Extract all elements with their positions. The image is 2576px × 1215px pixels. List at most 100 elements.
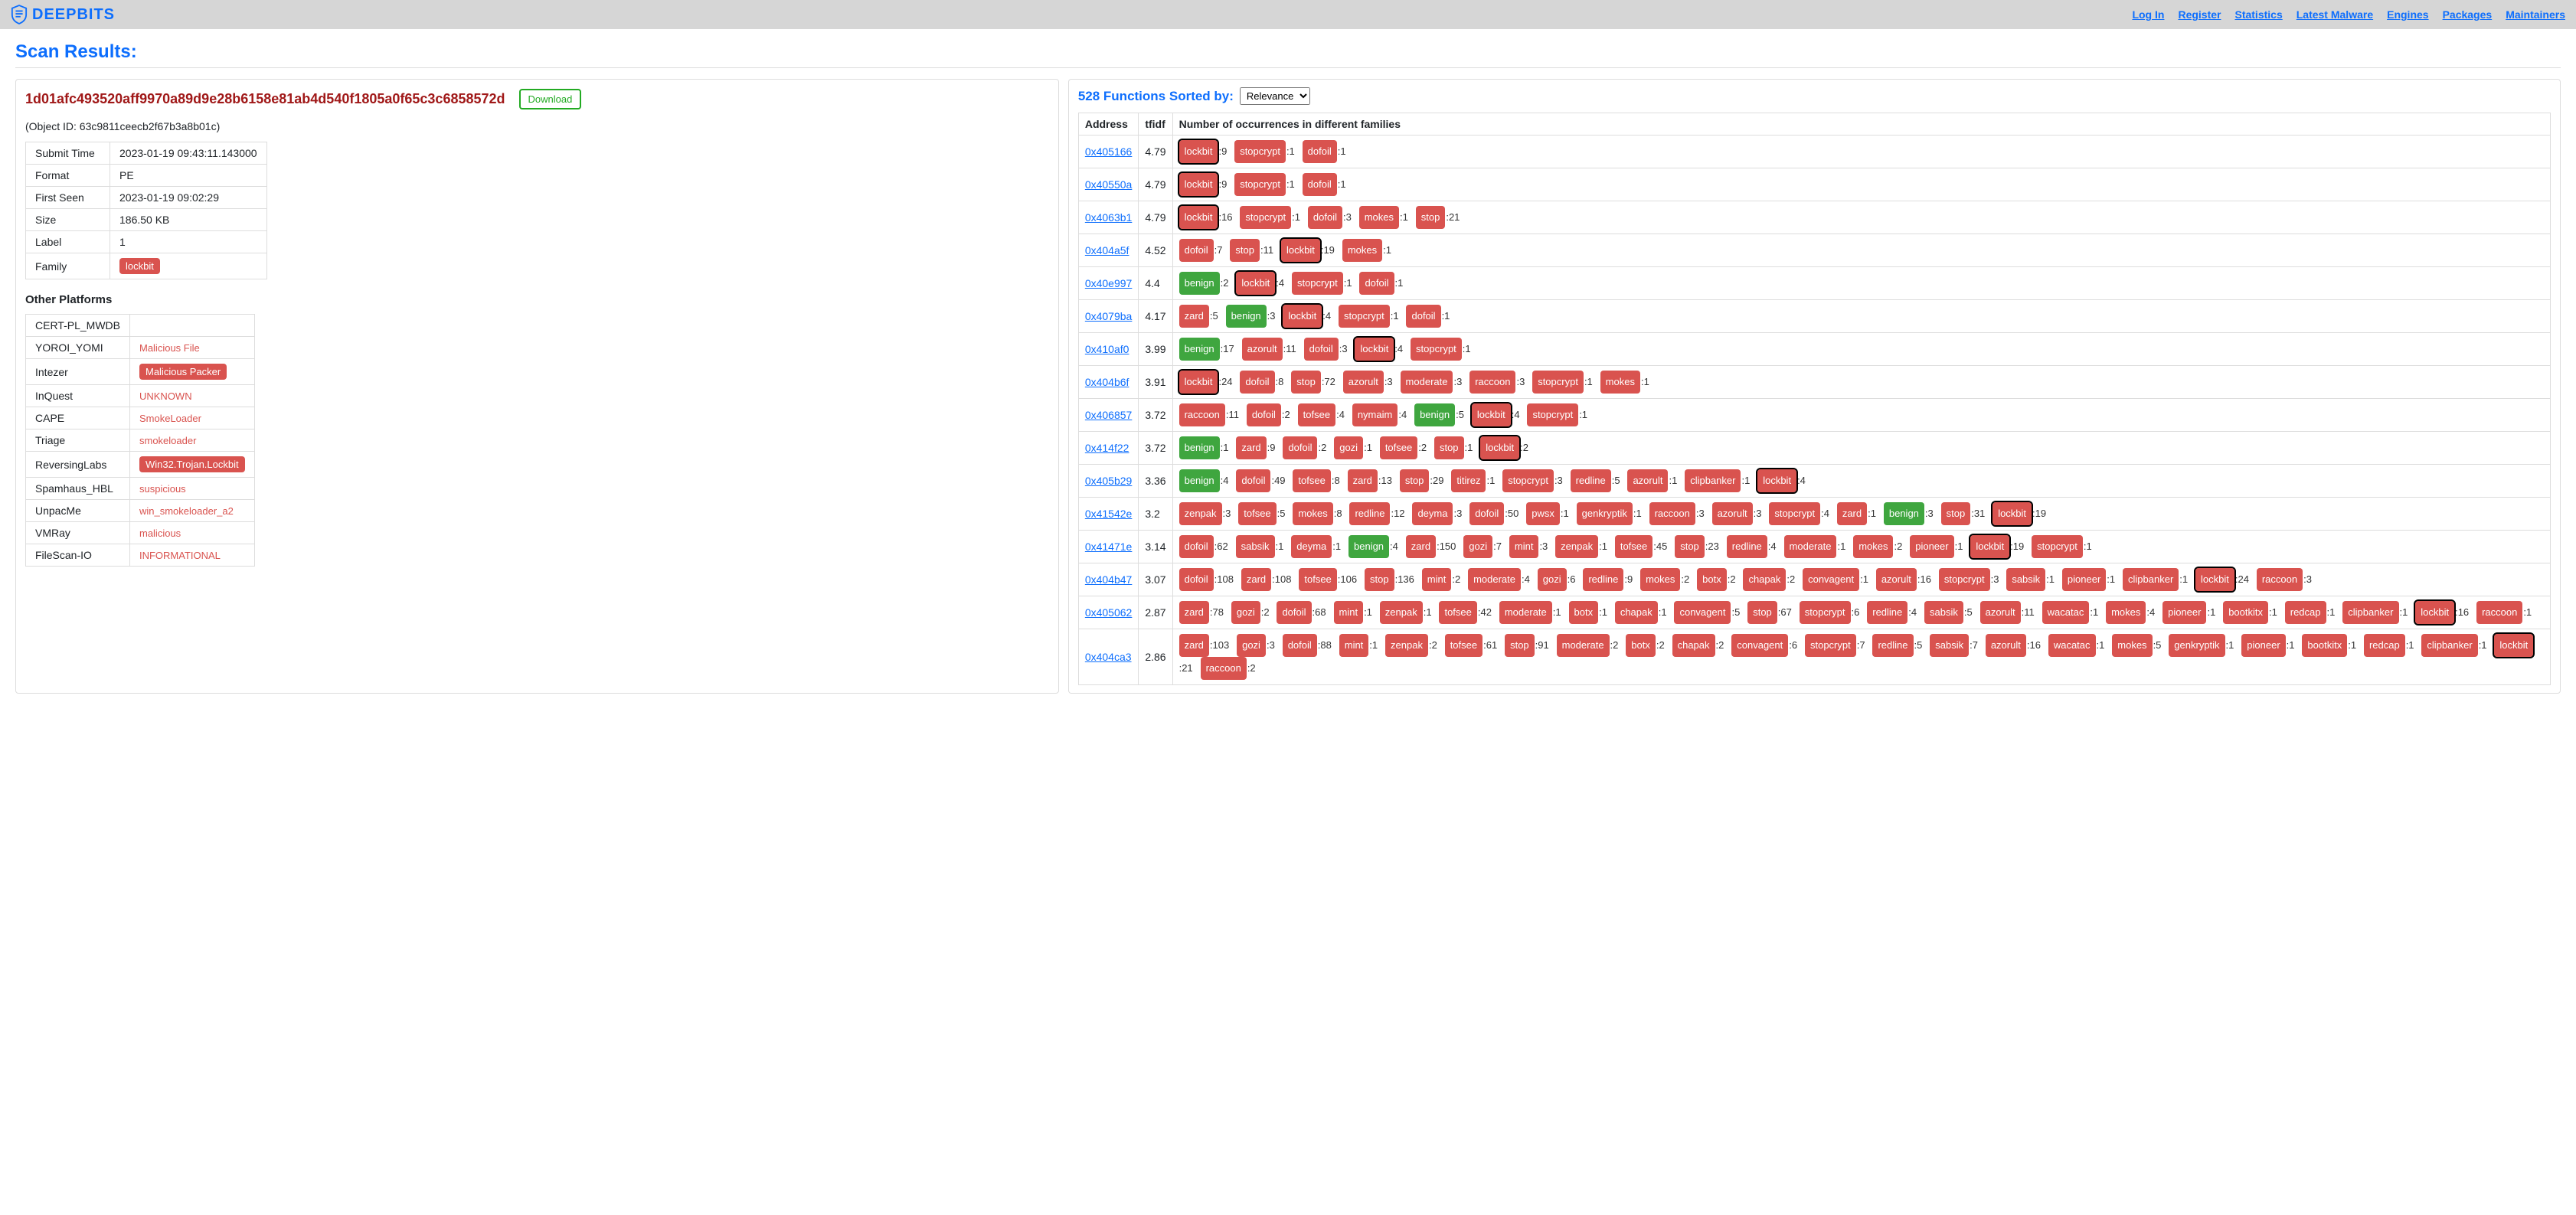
family-count: :4 — [1322, 306, 1331, 326]
download-button[interactable]: Download — [519, 89, 582, 109]
function-address-link[interactable]: 0x41471e — [1085, 541, 1133, 553]
family-count: :103 — [1210, 635, 1229, 655]
nav-link-register[interactable]: Register — [2178, 8, 2221, 21]
family-count: :11 — [2022, 603, 2035, 622]
family-pill: tofsee — [1380, 436, 1417, 459]
family-count: :1 — [2097, 635, 2105, 655]
families-cell: dofoil :108 zard :108 tofsee :106 stop :… — [1172, 563, 2550, 596]
family-count: :24 — [1218, 372, 1232, 392]
family-count: :2 — [1894, 537, 1902, 557]
table-row: 0x405b293.36benign :4 dofoil :49 tofsee … — [1078, 465, 2550, 498]
function-address-link[interactable]: 0x41542e — [1085, 508, 1133, 520]
family-count: :1 — [1641, 372, 1649, 392]
family-pill: stopcrypt — [1234, 140, 1286, 163]
table-row: 0x404a5f 4.52dofoil :7 stop :11 lockbit :… — [1078, 234, 2550, 267]
function-address-link[interactable]: 0x404b6f — [1085, 376, 1129, 388]
nav-link-packages[interactable]: Packages — [2443, 8, 2493, 21]
family-pill: lockbit — [1179, 206, 1218, 229]
function-address-link[interactable]: 0x405b29 — [1085, 475, 1133, 487]
function-address-link[interactable]: 0x4063b1 — [1085, 211, 1133, 224]
tfidf-value: 4.52 — [1139, 234, 1172, 267]
family-pill: zenpak — [1380, 601, 1423, 624]
family-count: :1 — [1465, 438, 1473, 458]
family-pill: raccoon — [2476, 601, 2522, 624]
family-pill: gozi — [1463, 535, 1492, 558]
family-pill: mokes — [1600, 371, 1640, 394]
nav-link-statistics[interactable]: Statistics — [2234, 8, 2282, 21]
platform-name: FileScan-IO — [26, 544, 130, 567]
function-address-link[interactable]: 0x40550a — [1085, 178, 1133, 191]
family-count: :1 — [1369, 635, 1378, 655]
family-pill: pioneer — [2241, 634, 2285, 657]
family-count: :2 — [1520, 438, 1528, 458]
family-count: :16 — [2455, 603, 2469, 622]
family-count: :1 — [2400, 603, 2408, 622]
family-count: :1 — [1286, 175, 1295, 194]
function-address-link[interactable]: 0x405062 — [1085, 606, 1133, 619]
tfidf-value: 4.17 — [1139, 300, 1172, 333]
family-pill: titirez — [1451, 469, 1486, 492]
families-cell: dofoil :7 stop :11 lockbit :19 mokes :1 — [1172, 234, 2550, 267]
function-address-link[interactable]: 0x404b47 — [1085, 573, 1133, 586]
family-pill: lockbit — [1757, 469, 1796, 492]
function-address-link[interactable]: 0x404ca3 — [1085, 651, 1132, 663]
brand-logo[interactable]: DEEPBITS — [11, 5, 115, 24]
family-count: :1 — [1276, 537, 1284, 557]
function-address-link[interactable]: 0x406857 — [1085, 409, 1133, 421]
family-count: :4 — [1768, 537, 1777, 557]
family-count: :2 — [1418, 438, 1427, 458]
family-pill: lockbit — [1992, 502, 2032, 525]
family-pill: azorult — [1876, 568, 1917, 591]
family-pill: genkryptik — [2169, 634, 2225, 657]
topbar: DEEPBITS Log In Register Statistics Latest … — [0, 0, 2576, 29]
tfidf-value: 4.79 — [1139, 168, 1172, 201]
family-pill: stop — [1230, 239, 1260, 262]
family-count: :106 — [1338, 570, 1357, 590]
family-pill: moderate — [1468, 568, 1521, 591]
function-address-link[interactable]: 0x404a5f — [1085, 244, 1129, 256]
families-cell: zard :103 gozi :3 dofoil :88 mint :1 zen… — [1172, 629, 2550, 685]
left-panel: 1d01afc493520aff9970a89d9e28b6158e81ab4d… — [15, 79, 1059, 694]
family-pill: zard — [1837, 502, 1867, 525]
family-pill: dofoil — [1406, 305, 1440, 328]
function-address-link[interactable]: 0x4079ba — [1085, 310, 1133, 322]
function-address-link[interactable]: 0x40e997 — [1085, 277, 1133, 289]
family-count: :1 — [1579, 405, 1587, 425]
nav-link-maintainers[interactable]: Maintainers — [2506, 8, 2565, 21]
families-cell: lockbit :16 stopcrypt :1 dofoil :3 mokes… — [1172, 201, 2550, 234]
family-pill: benign — [1179, 272, 1220, 295]
family-pill: sabsik — [2006, 568, 2045, 591]
nav-link-log-in[interactable]: Log In — [2132, 8, 2164, 21]
function-address-link[interactable]: 0x410af0 — [1085, 343, 1129, 355]
family-count: :1 — [1868, 504, 1876, 524]
family-pill: tofsee — [1615, 535, 1652, 558]
family-count: :3 — [1754, 504, 1762, 524]
family-pill: mokes — [2106, 601, 2146, 624]
column-header: Address — [1078, 113, 1139, 136]
family-pill: dofoil — [1247, 403, 1281, 426]
family-count: :1 — [1599, 603, 1607, 622]
family-pill: redline — [1349, 502, 1390, 525]
family-count: :1 — [1338, 142, 1346, 162]
platform-name: Triage — [26, 429, 130, 452]
family-count: :1 — [2207, 603, 2215, 622]
function-address-link[interactable]: 0x414f22 — [1085, 442, 1129, 454]
sort-select[interactable]: Relevance — [1240, 87, 1310, 105]
platform-name: Spamhaus_HBL — [26, 478, 130, 500]
platform-verdict: Malicious File — [129, 337, 254, 359]
nav-link-engines[interactable]: Engines — [2387, 8, 2428, 21]
family-pill: benign — [1884, 502, 1924, 525]
nav-link-latest-malware[interactable]: Latest Malware — [2296, 8, 2373, 21]
meta-value: 186.50 KB — [110, 209, 267, 231]
function-address-link[interactable]: 0x405166 — [1085, 145, 1133, 158]
family-pill: nymaim — [1352, 403, 1398, 426]
table-row: 0x414f223.72benign :1 zard :9 dofoil :2 … — [1078, 432, 2550, 465]
table-row: 0x40e9974.4benign :2 lockbit :4 stopcryp… — [1078, 267, 2550, 300]
family-count: :5 — [1914, 635, 1923, 655]
verdict-badge: Malicious File — [139, 342, 200, 354]
family-pill: zard — [1348, 469, 1378, 492]
family-count: :8 — [1332, 471, 1340, 491]
tfidf-value: 4.79 — [1139, 201, 1172, 234]
family-pill: stop — [1291, 371, 1321, 394]
tfidf-value: 3.72 — [1139, 399, 1172, 432]
